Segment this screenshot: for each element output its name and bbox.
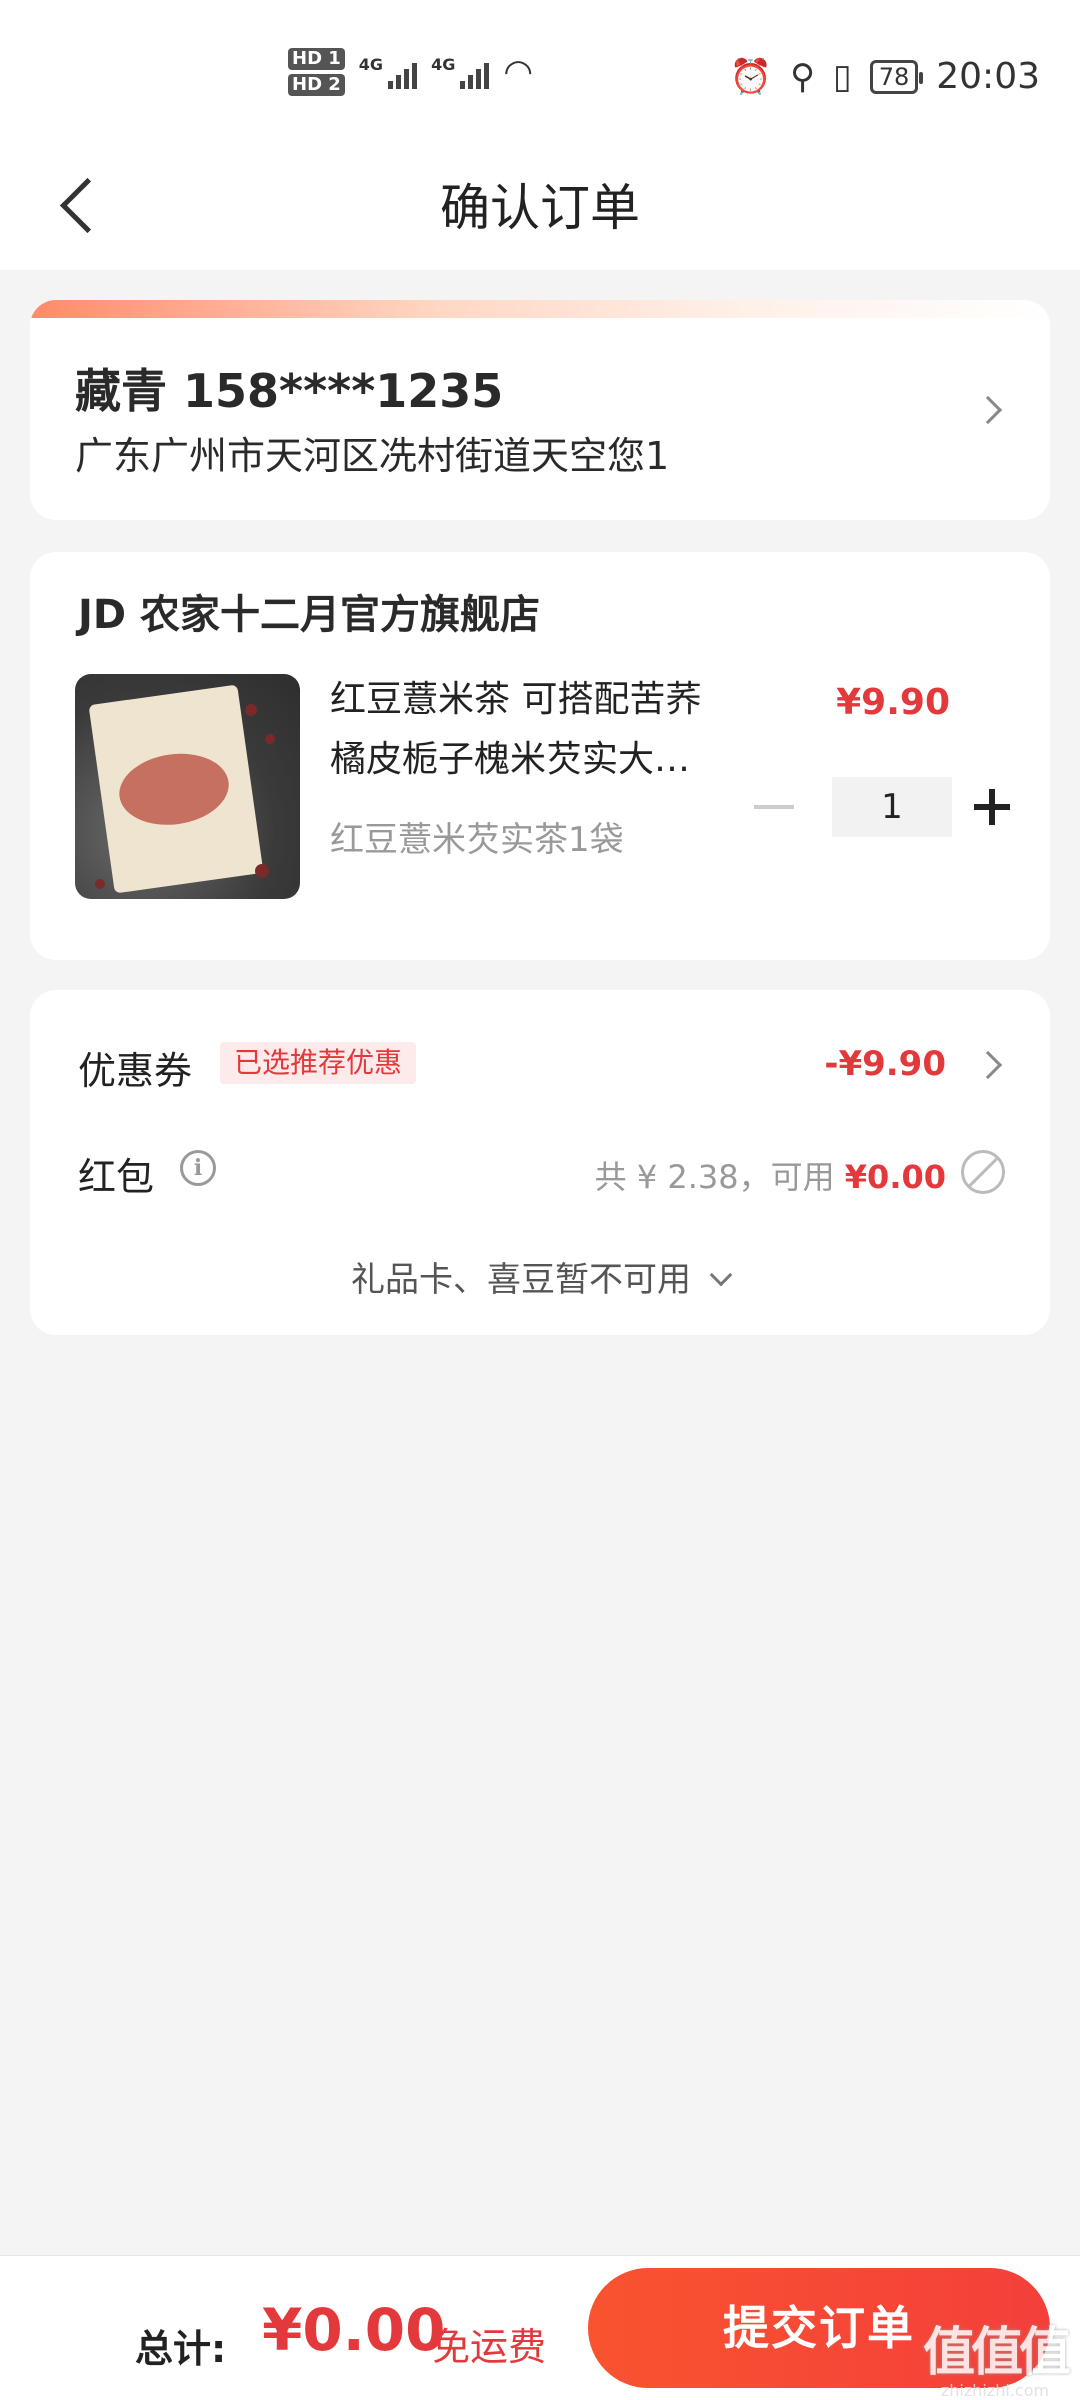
signal-icon-2: 4G [431, 55, 490, 89]
coupon-tag: 已选推荐优惠 [220, 1042, 417, 1084]
nav-bar: 确认订单 [0, 150, 1080, 270]
recipient-name-phone: 藏青 158****1235 [75, 364, 504, 418]
hongbao-available: ¥0.00 [844, 1158, 946, 1196]
chevron-right-icon[interactable] [973, 1050, 1003, 1080]
shop-name[interactable]: JD 农家十二月官方旗舰店 [78, 582, 540, 640]
address-card[interactable]: 藏青 158****1235 广东广州市天河区冼村街道天空您1 [30, 300, 1050, 520]
info-icon[interactable]: i [180, 1150, 216, 1186]
status-right: ⏰ ⚲ ▯ 78 20:03 [730, 56, 1040, 97]
product-image[interactable] [75, 674, 300, 899]
plus-button[interactable] [974, 789, 1010, 825]
gift-card-toggle[interactable]: 礼品卡、喜豆暂不可用 [30, 1252, 1050, 1301]
hd2-badge: HD 2 [288, 74, 345, 96]
chevron-right-icon [973, 395, 1003, 425]
total-value: ¥0.00 [262, 2296, 446, 2364]
hd-badges: HD 1 HD 2 [288, 48, 345, 96]
quantity-input[interactable]: 1 [832, 777, 952, 837]
wifi-icon: ◠ [503, 52, 533, 92]
product-title-line1: 红豆薏米茶 可搭配苦荞 [330, 679, 702, 720]
page-title: 确认订单 [440, 179, 640, 237]
clock: 20:03 [936, 56, 1040, 97]
signal-icon: 4G [358, 55, 418, 89]
status-bar: HD 1 HD 2 4G 4G ◠ ⏰ ⚲ ▯ 78 20:03 [0, 0, 1080, 150]
hongbao-value: 共 ¥ 2.38，可用 ¥0.00 [595, 1152, 946, 1198]
vibrate-icon: ▯ [832, 56, 852, 97]
location-icon: ⚲ [790, 56, 815, 97]
chevron-down-icon [709, 1263, 733, 1287]
product-title[interactable]: 红豆薏米茶 可搭配苦荞 橘皮栀子槐米芡实大… [330, 670, 750, 790]
product-spec: 红豆薏米芡实茶1袋 [330, 820, 624, 860]
gift-note: 礼品卡、喜豆暂不可用 [351, 1260, 691, 1300]
shop-card: JD 农家十二月官方旗舰店 红豆薏米茶 可搭配苦荞 橘皮栀子槐米芡实大… 红豆薏… [30, 552, 1050, 960]
total-label: 总计: [135, 2327, 227, 2371]
hd1-badge: HD 1 [288, 48, 345, 70]
watermark-logo: 值值值 [922, 2323, 1071, 2383]
quantity-stepper: 1 [754, 777, 1010, 837]
disabled-icon[interactable] [961, 1150, 1005, 1194]
product-price: ¥9.90 [836, 682, 950, 723]
hongbao-label: 红包 [78, 1155, 155, 1199]
watermark-url: zhizhizhi.com [940, 2381, 1050, 2400]
hongbao-total: 共 ¥ 2.38，可用 [594, 1158, 845, 1196]
watermark: 值值值 zhizhizhi.com [920, 2310, 1071, 2400]
address-accent-bar [30, 300, 1050, 318]
product-title-line2: 橘皮栀子槐米芡实大… [330, 739, 691, 780]
product-package [88, 684, 264, 894]
coupon-value[interactable]: -¥9.90 [824, 1044, 946, 1084]
network-type-2: 4G [431, 55, 456, 74]
discount-card: 优惠券 已选推荐优惠 -¥9.90 红包 i 共 ¥ 2.38，可用 ¥0.00… [30, 990, 1050, 1335]
checkout-footer: 总计: ¥0.00 免运费 提交订单 [0, 2255, 1080, 2400]
minus-button[interactable] [754, 805, 794, 809]
address-detail: 广东广州市天河区冼村街道天空您1 [75, 434, 670, 478]
alarm-icon: ⏰ [729, 56, 773, 97]
network-type: 4G [358, 55, 384, 74]
battery-icon: 78 [869, 59, 923, 94]
network-indicators: HD 1 HD 2 4G 4G ◠ [288, 48, 533, 96]
shipping-note: 免运费 [432, 2325, 547, 2369]
coupon-label: 优惠券 [78, 1049, 193, 1093]
